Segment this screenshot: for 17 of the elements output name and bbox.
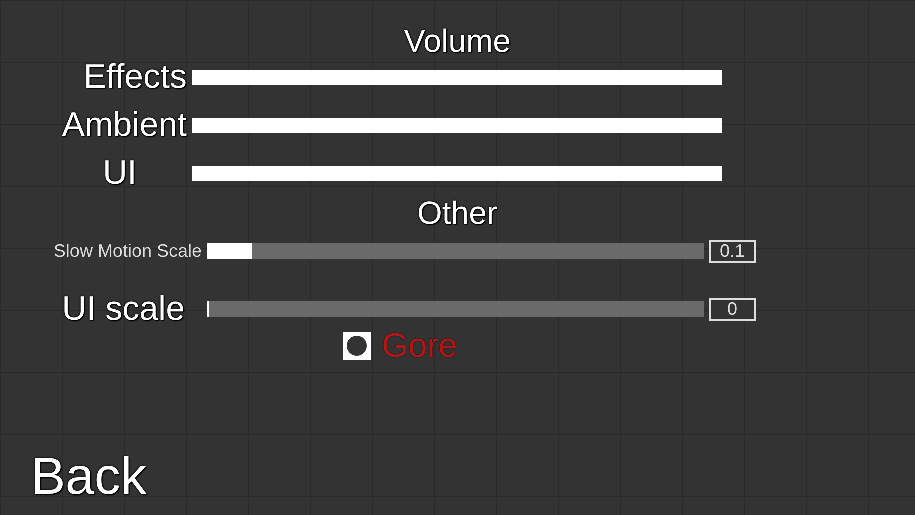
volume-slider[interactable] <box>192 118 722 132</box>
volume-label: UI <box>103 154 138 192</box>
setting-slider[interactable] <box>207 243 704 259</box>
volume-label: Effects <box>84 58 187 96</box>
volume-label: Ambient <box>62 106 187 144</box>
setting-label: Slow Motion Scale <box>54 240 203 262</box>
setting-slider[interactable] <box>207 301 704 317</box>
volume-slider[interactable] <box>192 166 722 180</box>
value-field[interactable]: 0 <box>709 298 756 320</box>
volume-slider[interactable] <box>192 70 722 84</box>
section-title: Volume <box>404 22 511 60</box>
back-button[interactable]: Back <box>31 447 147 507</box>
toggle-label: Gore <box>382 326 458 366</box>
gore-checkbox[interactable] <box>343 332 371 360</box>
setting-label: UI scale <box>62 288 186 330</box>
section-title: Other <box>417 194 498 232</box>
value-field[interactable]: 0.1 <box>709 240 756 262</box>
